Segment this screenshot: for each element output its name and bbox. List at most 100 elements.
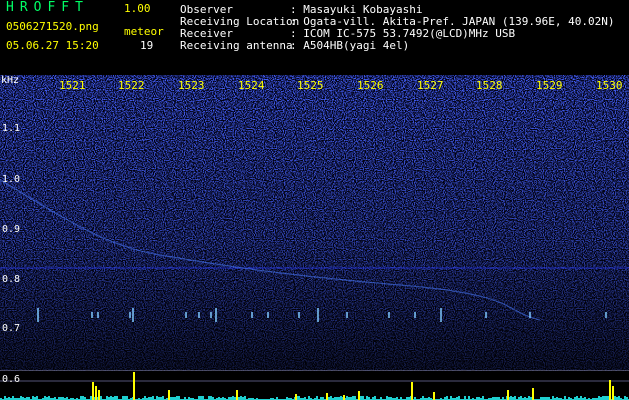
- noise-histogram-bar: [374, 396, 376, 400]
- noise-histogram-bar: [90, 396, 92, 400]
- echo-histogram-bar: [609, 380, 611, 400]
- noise-histogram-bar: [198, 396, 200, 400]
- noise-histogram-bar: [82, 396, 84, 400]
- noise-histogram-bar: [482, 396, 484, 400]
- x-tick-label: 1524: [238, 79, 265, 92]
- x-tick-label: 1523: [178, 79, 205, 92]
- noise-histogram-bar: [564, 396, 566, 400]
- echo-histogram-bar: [168, 390, 170, 400]
- noise-histogram-bar: [152, 396, 154, 400]
- noise-histogram-bar: [446, 396, 448, 400]
- noise-histogram-bar: [346, 396, 348, 400]
- noise-histogram-bar: [200, 396, 202, 400]
- noise-histogram-bar: [352, 396, 354, 400]
- noise-histogram-bar: [624, 396, 626, 400]
- noise-histogram-bar: [528, 396, 530, 400]
- y-tick-label: 1.1: [2, 123, 21, 134]
- noise-histogram-bar: [576, 396, 578, 400]
- noise-histogram-bar: [340, 396, 342, 400]
- noise-histogram-bar: [156, 396, 158, 400]
- noise-histogram-bar: [354, 396, 356, 400]
- noise-histogram-bar: [618, 396, 620, 400]
- noise-histogram-bar: [176, 396, 178, 400]
- y-axis-unit: kHz: [1, 75, 20, 86]
- spectrogram: [0, 75, 629, 400]
- noise-histogram-bar: [80, 396, 82, 400]
- echo-histogram-bar: [326, 393, 328, 400]
- header-panel: HROFFT 1.00 0506271520.png meteor 05.06.…: [0, 0, 629, 75]
- echo-histogram-bar: [507, 390, 509, 400]
- noise-histogram-bar: [122, 396, 124, 400]
- noise-histogram-bar: [580, 396, 582, 400]
- y-tick-label: 1.0: [2, 174, 21, 185]
- noise-histogram-bar: [450, 396, 452, 400]
- noise-histogram-bar: [32, 396, 34, 400]
- noise-histogram-bar: [298, 396, 300, 400]
- noise-histogram-bar: [144, 396, 146, 400]
- x-tick-label: 1521: [59, 79, 86, 92]
- meteor-label: meteor: [124, 25, 164, 38]
- noise-histogram-bar: [20, 396, 22, 400]
- noise-histogram-bar: [12, 396, 14, 400]
- meteor-count: 19: [140, 39, 154, 52]
- echo-histogram-bar: [92, 382, 94, 400]
- noise-histogram-bar: [44, 396, 46, 400]
- noise-histogram-bar: [232, 396, 234, 400]
- noise-histogram-bar: [110, 396, 112, 400]
- file-name: 0506271520.png: [6, 20, 99, 33]
- noise-histogram-bar: [362, 396, 364, 400]
- noise-histogram-bar: [598, 396, 600, 400]
- y-tick-label: 0.9: [2, 224, 21, 235]
- noise-histogram-bar: [316, 396, 318, 400]
- x-tick-label: 1529: [536, 79, 563, 92]
- noise-histogram-bar: [4, 396, 6, 400]
- noise-histogram-bar: [124, 396, 126, 400]
- echo-histogram-bar: [411, 382, 413, 400]
- x-tick-label: 1526: [357, 79, 384, 92]
- noise-histogram-bar: [100, 396, 102, 400]
- echo-histogram-bar: [532, 388, 534, 400]
- app-title: HROFFT: [6, 0, 89, 15]
- y-tick-label: 0.8: [2, 274, 21, 285]
- echo-histogram-bar: [95, 386, 97, 400]
- noise-histogram-bar: [468, 396, 470, 400]
- noise-histogram-bar: [36, 396, 38, 400]
- echo-histogram-bar: [343, 395, 345, 400]
- x-tick-label: 1530: [596, 79, 623, 92]
- noise-histogram-bar: [126, 396, 128, 400]
- noise-histogram-bar: [514, 396, 516, 400]
- x-tick-label: 1528: [476, 79, 503, 92]
- x-tick-label: 1527: [417, 79, 444, 92]
- echo-histogram-bar: [612, 386, 614, 400]
- noise-histogram-bar: [366, 396, 368, 400]
- noise-histogram-bar: [614, 396, 616, 400]
- echo-histogram-bar: [433, 392, 435, 400]
- y-tick-label: 0.7: [2, 323, 21, 334]
- x-tick-label: 1525: [297, 79, 324, 92]
- noise-histogram-bar: [240, 396, 242, 400]
- x-tick-label: 1522: [118, 79, 145, 92]
- noise-histogram-bar: [208, 396, 210, 400]
- noise-histogram-bar: [606, 396, 608, 400]
- noise-histogram-bar: [162, 396, 164, 400]
- y-tick-label: 0.6: [2, 374, 21, 385]
- noise-histogram-bar: [510, 396, 512, 400]
- noise-histogram-bar: [106, 396, 108, 400]
- antenna-label: Receiving antenna: [180, 39, 293, 52]
- noise-histogram-bar: [520, 396, 522, 400]
- app-version: 1.00: [124, 2, 151, 15]
- histogram-background: [0, 371, 629, 400]
- echo-histogram-bar: [98, 390, 100, 400]
- antenna-value: : A504HB(yagi 4el): [290, 39, 410, 52]
- noise-histogram-bar: [360, 396, 362, 400]
- noise-histogram-bar: [464, 396, 466, 400]
- noise-histogram-bar: [552, 396, 554, 400]
- noise-histogram-bar: [604, 396, 606, 400]
- echo-histogram-bar: [133, 372, 135, 400]
- noise-histogram-bar: [210, 396, 212, 400]
- noise-histogram-bar: [602, 396, 604, 400]
- noise-histogram-bar: [422, 396, 424, 400]
- noise-fade: [0, 75, 629, 375]
- date-time: 05.06.27 15:20: [6, 39, 99, 52]
- noise-histogram-bar: [244, 396, 246, 400]
